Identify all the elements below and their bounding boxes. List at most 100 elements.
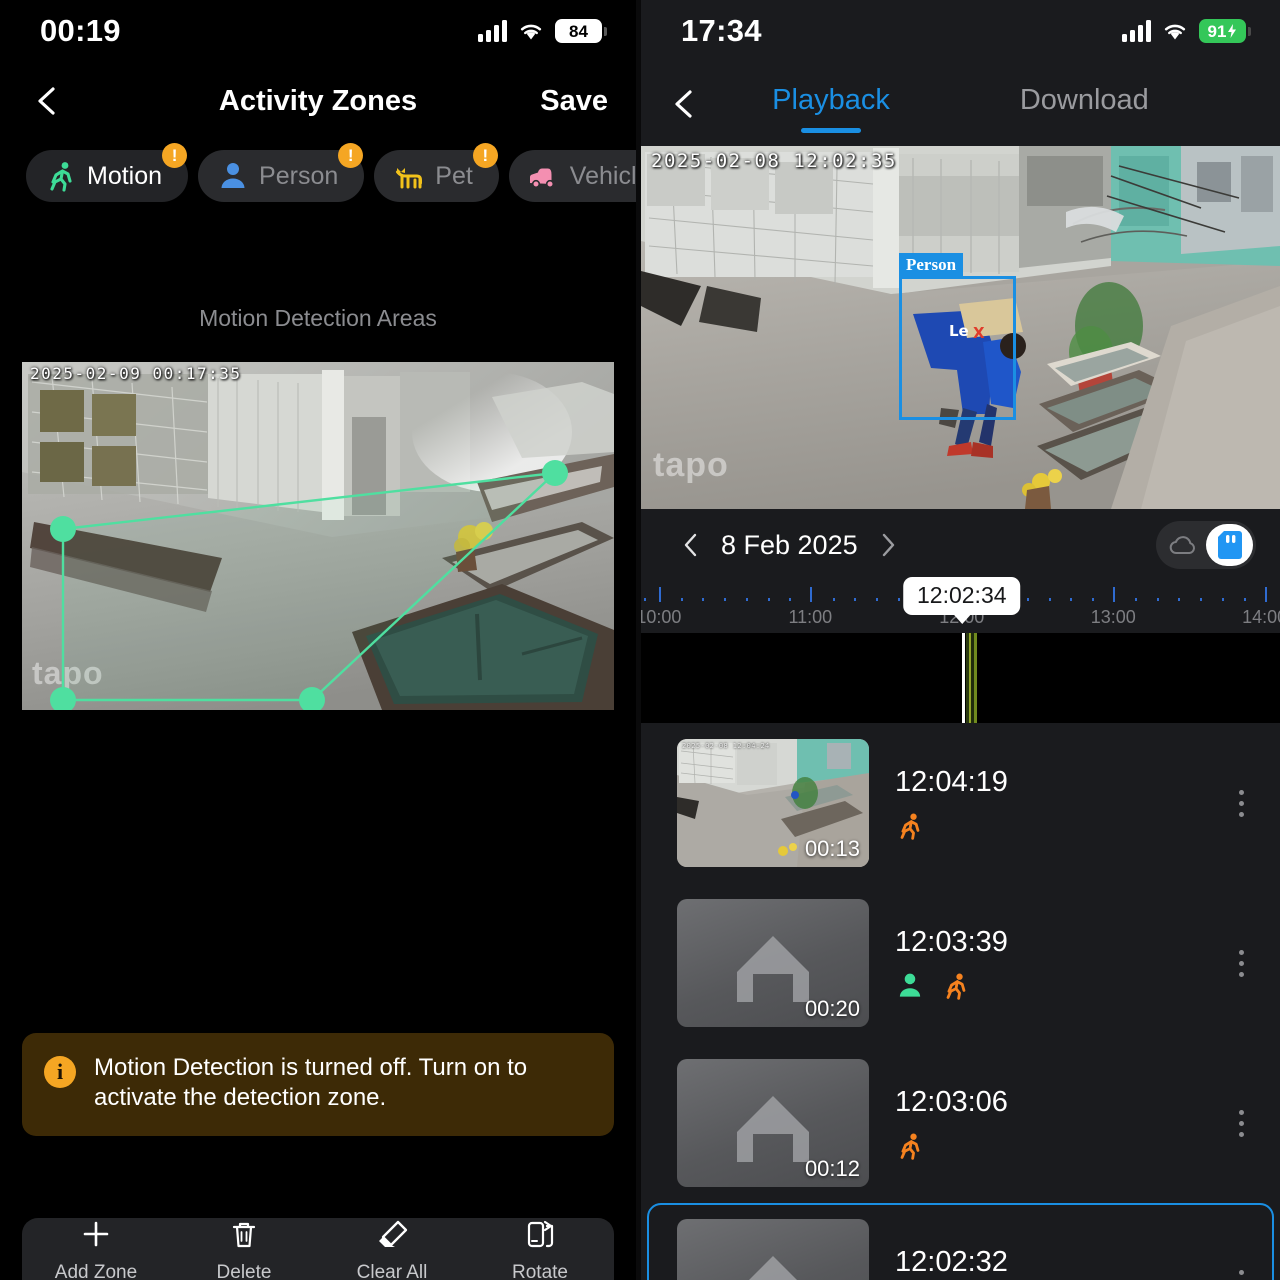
timeline-playhead[interactable] — [961, 633, 965, 723]
status-clock: 00:19 — [40, 13, 121, 48]
house-placeholder-icon — [748, 1255, 798, 1280]
chip-person[interactable]: Person ! — [198, 143, 365, 202]
wifi-icon — [1164, 24, 1186, 40]
motion-off-warning: i Motion Detection is turned off. Turn o… — [22, 1032, 614, 1136]
warning-badge: ! — [162, 143, 188, 168]
person-icon — [221, 163, 245, 188]
timeline-label: 11:00 — [788, 607, 833, 627]
save-button[interactable]: Save — [540, 85, 608, 118]
prev-day-button[interactable] — [679, 531, 703, 559]
event-tags — [895, 1131, 1205, 1161]
event-more-button[interactable] — [1231, 1262, 1252, 1280]
event-thumbnail[interactable]: 00:06 — [677, 1219, 869, 1280]
sd-card-option[interactable] — [1206, 524, 1253, 566]
dog-icon — [396, 168, 423, 189]
zone-handle[interactable] — [542, 460, 568, 486]
detection-label: Person — [899, 253, 964, 278]
detection-zone-polygon[interactable] — [22, 362, 614, 710]
back-button[interactable] — [667, 86, 703, 122]
add-zone-button[interactable]: Add Zone — [22, 1214, 170, 1280]
chip-label: Pet — [435, 161, 473, 190]
status-bar-left: 00:19 84 — [0, 0, 636, 62]
cloud-option[interactable] — [1159, 524, 1206, 566]
rotate-device-icon — [527, 1220, 554, 1248]
warning-badge: ! — [338, 143, 364, 168]
wifi-icon — [520, 24, 542, 40]
chip-vehicle[interactable]: Vehicle ! — [508, 150, 636, 202]
event-duration: 00:13 — [804, 836, 860, 861]
list-item[interactable]: 00:06 12:02:32 — [647, 1203, 1274, 1280]
tool-label: Rotate — [512, 1262, 568, 1280]
event-thumbnail[interactable]: 2025-02-08 12:04:24 00:13 — [677, 739, 869, 867]
trash-icon — [232, 1222, 256, 1248]
charging-bolt-icon — [1228, 24, 1237, 38]
timeline-track[interactable] — [641, 633, 1280, 723]
event-more-button[interactable] — [1231, 1102, 1252, 1145]
tapo-watermark: tapo — [653, 446, 729, 484]
warning-text: Motion Detection is turned off. Turn on … — [94, 1053, 528, 1112]
cloud-icon — [1169, 536, 1195, 554]
chip-motion[interactable]: Motion ! — [26, 143, 189, 202]
zone-handle[interactable] — [50, 516, 76, 542]
timeline-segment — [973, 633, 977, 723]
cellular-signal-icon — [478, 20, 507, 42]
person-tag-icon — [899, 973, 921, 997]
plus-icon — [83, 1221, 109, 1247]
event-time: 12:02:32 — [895, 1245, 1008, 1278]
list-item[interactable]: 2025-02-08 12:04:24 00:13 12:04:19 — [647, 723, 1274, 883]
event-time: 12:03:06 — [895, 1085, 1008, 1118]
nav-bar-left: Activity Zones Save — [0, 62, 636, 140]
playback-video[interactable]: Le X 2025-02-08 12:02:35 tapo Person — [641, 146, 1280, 509]
timeline-label: 10:00 — [641, 607, 682, 627]
list-item[interactable]: 00:12 12:03:06 — [647, 1043, 1274, 1203]
chip-label: Vehicle — [569, 161, 636, 190]
timeline-ruler[interactable]: 10:00 11:00 12:00 13:00 14:00 12:02:34 — [641, 577, 1280, 633]
clear-all-button[interactable]: Clear All — [318, 1214, 466, 1280]
event-time: 12:04:19 — [895, 765, 1008, 798]
chip-label: Motion — [87, 161, 163, 190]
event-tags — [895, 971, 1205, 1001]
event-more-button[interactable] — [1231, 782, 1252, 825]
tool-label: Clear All — [356, 1262, 428, 1280]
event-tags — [895, 811, 1205, 841]
house-placeholder-icon — [737, 935, 809, 1002]
event-thumbnail[interactable]: 00:12 — [677, 1059, 869, 1187]
battery-indicator: 84 — [555, 19, 607, 43]
motion-tag-icon — [900, 1133, 920, 1160]
status-bar-right: 17:34 91 — [641, 0, 1280, 62]
next-day-button[interactable] — [876, 531, 900, 559]
event-more-button[interactable] — [1231, 942, 1252, 985]
warning-badge: ! — [472, 143, 498, 168]
event-time: 12:03:39 — [895, 925, 1008, 958]
list-item[interactable]: 00:20 12:03:39 — [647, 883, 1274, 1043]
cellular-signal-icon — [1122, 20, 1151, 42]
eraser-icon — [379, 1220, 408, 1247]
chip-label: Person — [259, 161, 339, 190]
back-button[interactable] — [30, 83, 66, 119]
info-icon: i — [44, 1055, 76, 1088]
storage-source-toggle[interactable] — [1156, 521, 1256, 569]
tab-playback[interactable]: Playback — [772, 84, 890, 125]
tool-label: Delete — [216, 1262, 272, 1280]
battery-indicator: 91 — [1199, 19, 1251, 43]
timeline-label: 13:00 — [1090, 607, 1136, 627]
zone-editor-canvas[interactable]: 2025-02-09 00:17:35 tapo — [22, 362, 614, 710]
event-thumbnail[interactable]: 00:20 — [677, 899, 869, 1027]
camera-timestamp: 2025-02-08 12:02:35 — [651, 150, 897, 172]
thumbnail-timestamp: 2025-02-08 12:04:24 — [682, 742, 770, 750]
car-icon — [529, 168, 554, 189]
selected-date: 8 Feb 2025 — [721, 529, 858, 560]
rotate-device-button[interactable]: Rotate — [466, 1214, 614, 1280]
person-detection-box: Person — [899, 253, 1016, 420]
chip-pet[interactable]: Pet ! — [374, 143, 499, 202]
date-navigation-bar: 8 Feb 2025 — [641, 509, 1280, 581]
event-duration: 00:20 — [804, 996, 860, 1021]
playback-screen: 17:34 91 Playback Download Le X 2025-02-… — [641, 0, 1280, 1280]
tab-download[interactable]: Download — [1020, 84, 1149, 125]
delete-zone-button[interactable]: Delete — [170, 1214, 318, 1280]
event-list: 2025-02-08 12:04:24 00:13 12:04:19 00:20… — [641, 723, 1280, 1280]
event-duration: 00:12 — [804, 1156, 860, 1181]
zone-toolbar: Add Zone Delete Clear All Rotate — [22, 1218, 614, 1280]
motion-tag-icon — [946, 973, 966, 1000]
zone-caption: Motion Detection Areas — [199, 305, 437, 331]
